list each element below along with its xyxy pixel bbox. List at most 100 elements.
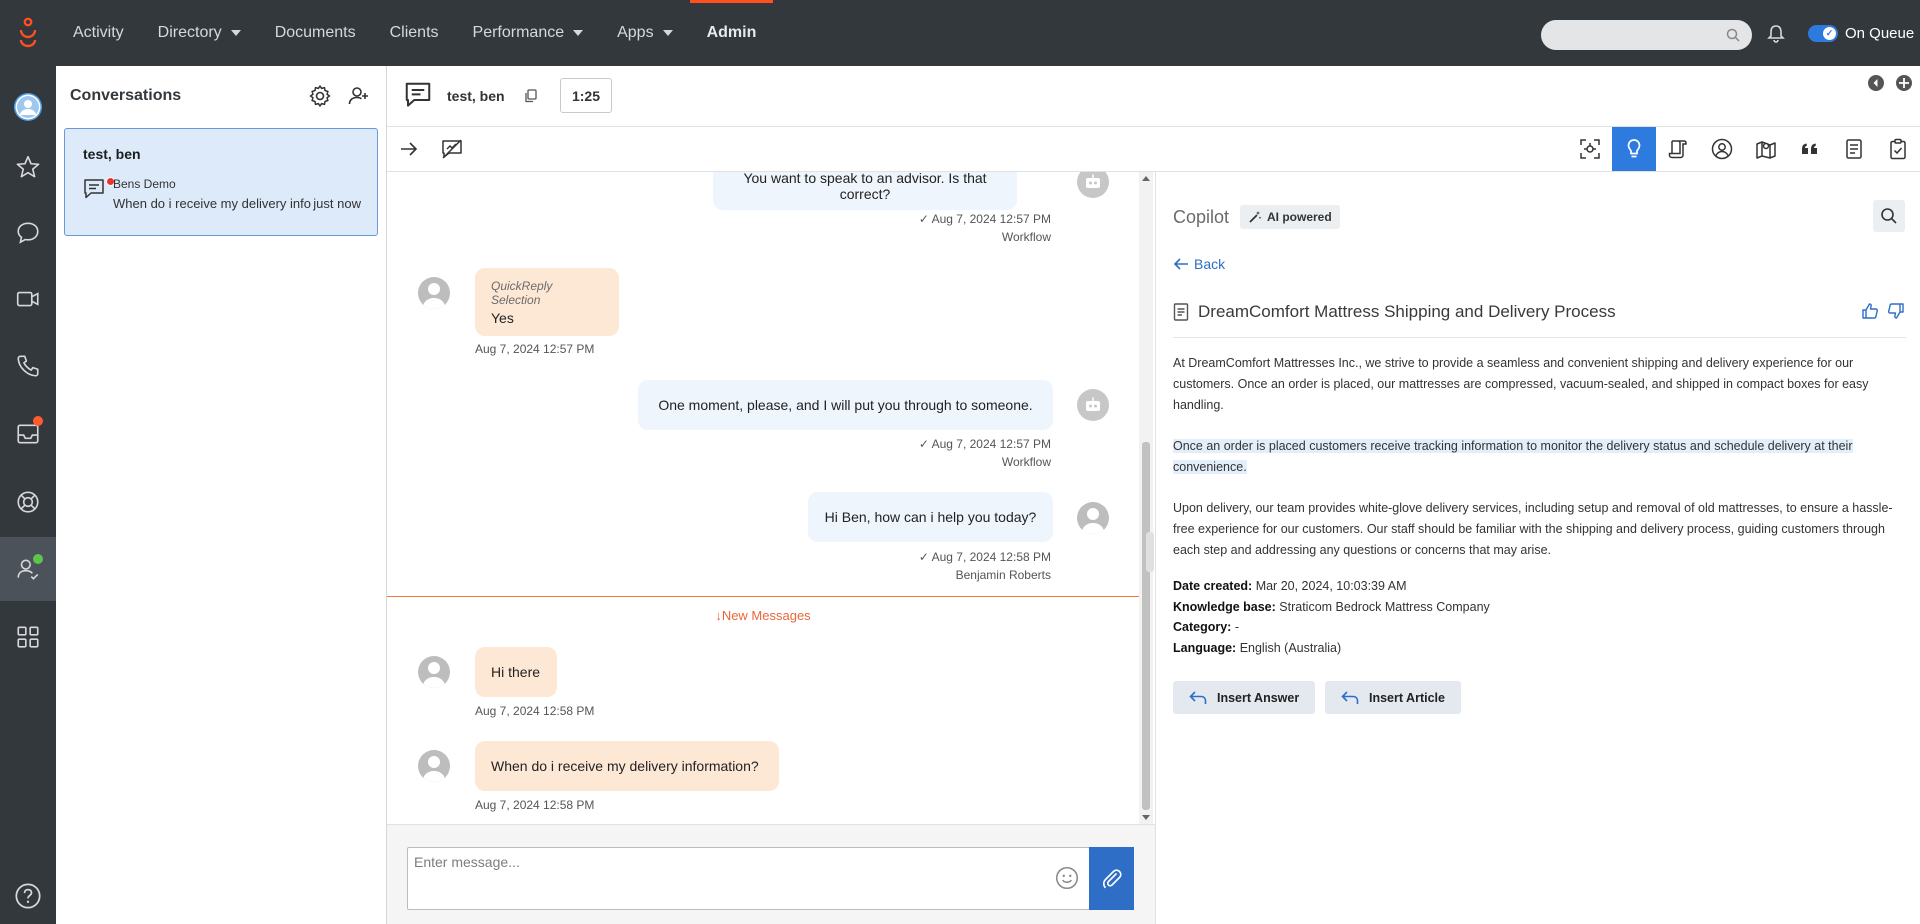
chat-disabled-icon bbox=[442, 139, 462, 159]
back-label: Back bbox=[1194, 256, 1226, 272]
agent-message-bubble: You want to speak to an advisor. Is that… bbox=[713, 172, 1017, 210]
search-icon bbox=[1726, 28, 1740, 42]
copilot-search-button[interactable] bbox=[1873, 200, 1905, 232]
message-input[interactable] bbox=[414, 854, 1014, 870]
customer-message-bubble: Hi there bbox=[475, 647, 557, 697]
conversation-preview: When do i receive my delivery info bbox=[113, 196, 311, 211]
reply-arrow-icon bbox=[1189, 690, 1207, 704]
agent-status-button[interactable] bbox=[0, 537, 56, 601]
conversation-name: test, ben bbox=[83, 146, 141, 162]
script-button[interactable] bbox=[1656, 127, 1700, 171]
thumbs-down-icon[interactable] bbox=[1887, 302, 1905, 320]
copilot-title: Copilot bbox=[1173, 207, 1230, 227]
apps-grid-button[interactable] bbox=[0, 605, 56, 669]
customer-avatar-icon bbox=[418, 750, 450, 782]
interaction-name: test, ben bbox=[447, 88, 505, 104]
chat-message-icon bbox=[405, 82, 431, 107]
panel-back-arrow-icon[interactable] bbox=[1867, 74, 1885, 92]
global-search-input[interactable] bbox=[1541, 20, 1752, 50]
button-label: Insert Answer bbox=[1217, 690, 1300, 705]
customer-avatar-icon bbox=[418, 277, 450, 309]
ai-insights-button[interactable] bbox=[1568, 127, 1612, 171]
checkmark-icon: ✓ bbox=[1823, 27, 1836, 40]
agent-message-bubble: Hi Ben, how can i help you today? bbox=[808, 492, 1053, 542]
top-navigation-bar: Activity Directory Documents Clients Per… bbox=[0, 0, 1920, 66]
nav-directory[interactable]: Directory bbox=[141, 0, 258, 66]
end-chat-button[interactable] bbox=[430, 127, 474, 171]
panel-expand-icon[interactable] bbox=[1895, 74, 1913, 92]
emoji-icon[interactable] bbox=[1054, 865, 1080, 891]
settings-gear-icon[interactable] bbox=[308, 84, 332, 108]
genesys-logo-icon[interactable] bbox=[0, 0, 56, 66]
help-button[interactable] bbox=[0, 868, 56, 924]
document-icon bbox=[1846, 139, 1862, 159]
caret-down-icon bbox=[573, 30, 584, 36]
nav-documents[interactable]: Documents bbox=[258, 0, 373, 66]
message-text: When do i receive my delivery informatio… bbox=[491, 758, 759, 774]
copy-icon[interactable] bbox=[523, 88, 539, 104]
panel-resize-handle[interactable] bbox=[1146, 532, 1154, 572]
conversations-panel: Conversations test, ben Bens Demo When d… bbox=[56, 66, 387, 924]
inbox-button[interactable] bbox=[0, 402, 56, 466]
status-dot bbox=[33, 554, 43, 564]
nav-apps[interactable]: Apps bbox=[600, 0, 689, 66]
on-queue-toggle[interactable]: ✓ bbox=[1808, 25, 1838, 42]
new-messages-text: New Messages bbox=[721, 608, 811, 623]
message-time: Aug 7, 2024 12:58 PM bbox=[931, 550, 1051, 564]
transfer-button[interactable] bbox=[387, 127, 431, 171]
nav-admin[interactable]: Admin bbox=[689, 0, 774, 66]
phone-button[interactable] bbox=[0, 334, 56, 398]
article-title: DreamComfort Mattress Shipping and Deliv… bbox=[1198, 302, 1616, 321]
user-avatar-button[interactable] bbox=[0, 75, 56, 139]
insert-answer-button[interactable]: Insert Answer bbox=[1173, 681, 1316, 714]
attach-button[interactable] bbox=[1089, 847, 1134, 910]
magic-wand-icon bbox=[1249, 211, 1262, 223]
scroll-down-icon[interactable] bbox=[1142, 815, 1150, 820]
scroll-up-icon[interactable] bbox=[1142, 176, 1150, 181]
nav-label: Performance bbox=[472, 24, 565, 41]
check-icon: ✓ bbox=[918, 437, 932, 451]
message-sender: Workflow bbox=[1001, 230, 1051, 244]
meta-knowledge-base: Knowledge base: Straticom Bedrock Mattre… bbox=[1173, 597, 1490, 618]
insert-article-button[interactable]: Insert Article bbox=[1325, 681, 1461, 714]
meta-value: Straticom Bedrock Mattress Company bbox=[1279, 599, 1490, 614]
notifications-bell-icon[interactable] bbox=[1766, 24, 1786, 44]
clipboard-check-icon bbox=[1890, 138, 1906, 160]
reply-arrow-icon bbox=[1341, 690, 1359, 704]
arrow-left-icon bbox=[1173, 258, 1188, 270]
add-participant-icon[interactable] bbox=[347, 84, 371, 108]
star-icon bbox=[16, 155, 40, 178]
notes-button[interactable] bbox=[1832, 127, 1876, 171]
nav-clients[interactable]: Clients bbox=[373, 0, 456, 66]
support-button[interactable] bbox=[0, 470, 56, 534]
message-text: You want to speak to an advisor. Is that… bbox=[743, 172, 987, 202]
message-time: Aug 7, 2024 12:57 PM bbox=[931, 212, 1051, 226]
copilot-button[interactable] bbox=[1612, 127, 1656, 171]
journey-map-button[interactable] bbox=[1744, 127, 1788, 171]
avatar-icon bbox=[14, 93, 42, 121]
search-icon bbox=[1881, 208, 1897, 224]
message-sender: Workflow bbox=[1001, 455, 1051, 469]
scroll-thumb[interactable] bbox=[1142, 442, 1150, 810]
favorites-button[interactable] bbox=[0, 135, 56, 199]
new-messages-divider bbox=[387, 596, 1139, 597]
nav-label: Apps bbox=[617, 24, 654, 41]
conversation-time: just now bbox=[313, 196, 361, 211]
new-messages-label[interactable]: ↓New Messages bbox=[387, 608, 1139, 623]
back-link[interactable]: Back bbox=[1173, 256, 1225, 272]
video-camera-icon bbox=[16, 291, 39, 307]
meta-label: Date created: bbox=[1173, 579, 1253, 593]
wrap-up-button[interactable] bbox=[1876, 127, 1920, 171]
canned-responses-button[interactable] bbox=[1788, 127, 1832, 171]
chat-scrollbar[interactable] bbox=[1139, 172, 1153, 824]
video-button[interactable] bbox=[0, 267, 56, 331]
thumbs-up-icon[interactable] bbox=[1861, 302, 1879, 320]
chat-button[interactable] bbox=[0, 201, 56, 265]
check-icon: ✓ bbox=[918, 212, 932, 226]
article-document-icon bbox=[1173, 303, 1189, 321]
conversation-item[interactable]: test, ben Bens Demo When do i receive my… bbox=[64, 128, 378, 236]
message-text: Hi Ben, how can i help you today? bbox=[824, 509, 1037, 525]
nav-activity[interactable]: Activity bbox=[56, 0, 141, 66]
nav-performance[interactable]: Performance bbox=[456, 0, 601, 66]
participant-info-button[interactable] bbox=[1700, 127, 1744, 171]
